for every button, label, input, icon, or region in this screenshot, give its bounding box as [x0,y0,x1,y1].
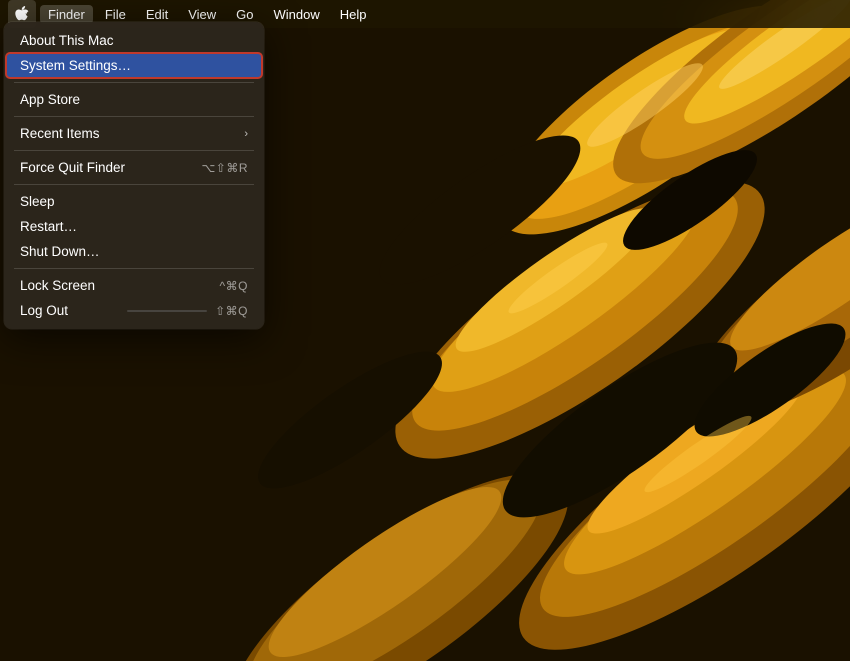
log-out-user-box [127,310,207,312]
menu-item-system-settings-label: System Settings… [20,58,248,73]
menubar-view[interactable]: View [180,5,224,24]
menu-item-force-quit[interactable]: Force Quit Finder ⌥⇧⌘R [6,155,262,180]
menu-item-app-store[interactable]: App Store [6,87,262,112]
chevron-right-icon: › [244,128,248,140]
menubar-file[interactable]: File [97,5,134,24]
apple-dropdown-menu: About This Mac System Settings… App Stor… [4,22,264,329]
menu-item-log-out-label: Log Out [20,303,123,318]
separator-5 [14,268,254,269]
menu-item-lock-screen[interactable]: Lock Screen ^⌘Q [6,273,262,298]
menubar-go[interactable]: Go [228,5,261,24]
menu-item-about-label: About This Mac [20,33,248,48]
menubar-window[interactable]: Window [266,5,328,24]
menu-item-app-store-label: App Store [20,92,248,107]
menu-item-log-out[interactable]: Log Out ⇧⌘Q [6,298,262,323]
separator-2 [14,116,254,117]
separator-1 [14,82,254,83]
menubar-help[interactable]: Help [332,5,375,24]
menu-item-sleep[interactable]: Sleep [6,189,262,214]
separator-3 [14,150,254,151]
menubar-finder[interactable]: Finder [40,5,93,24]
menu-item-about[interactable]: About This Mac [6,28,262,53]
lock-screen-shortcut: ^⌘Q [220,279,248,293]
force-quit-shortcut: ⌥⇧⌘R [201,161,248,175]
menu-item-shutdown-label: Shut Down… [20,244,248,259]
menu-item-lock-screen-label: Lock Screen [20,278,220,293]
menu-item-restart-label: Restart… [20,219,248,234]
menu-item-sleep-label: Sleep [20,194,248,209]
menu-item-restart[interactable]: Restart… [6,214,262,239]
separator-4 [14,184,254,185]
menubar-edit[interactable]: Edit [138,5,176,24]
menu-item-force-quit-label: Force Quit Finder [20,160,201,175]
menubar-items: Finder File Edit View Go Window Help [40,5,375,24]
menu-item-system-settings[interactable]: System Settings… [6,53,262,78]
menu-item-recent-items-label: Recent Items [20,126,244,141]
log-out-shortcut: ⇧⌘Q [215,304,248,318]
menu-item-recent-items[interactable]: Recent Items › [6,121,262,146]
menu-item-shutdown[interactable]: Shut Down… [6,239,262,264]
